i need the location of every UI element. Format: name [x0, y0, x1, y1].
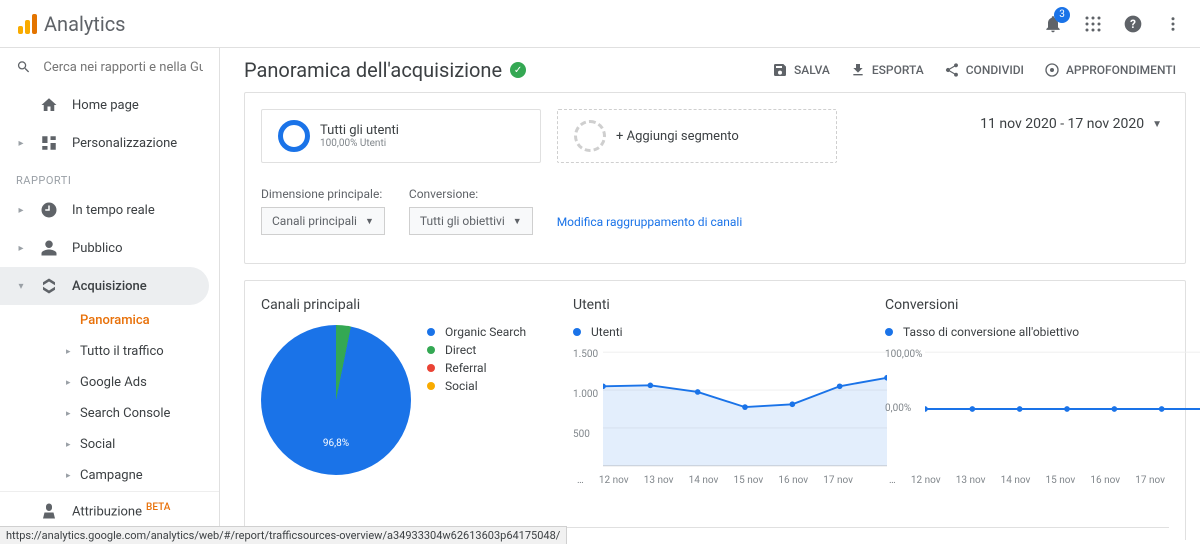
- chevron-down-icon: ▾: [16, 281, 26, 292]
- modify-channel-grouping-link[interactable]: Modifica raggruppamento di canali: [557, 215, 743, 229]
- sidebar-item-audience[interactable]: ▸ Pubblico: [0, 229, 219, 267]
- sidebar-section-reports: RAPPORTI: [0, 162, 219, 191]
- legend-organic: Organic Search: [427, 325, 526, 339]
- chart-channels: Canali principali 96,8% Organic Search D…: [261, 297, 545, 509]
- segment-title: Tutti gli utenti: [320, 123, 399, 138]
- search-icon: [16, 58, 31, 76]
- add-segment-label: + Aggiungi segmento: [616, 129, 739, 144]
- subnav-overview[interactable]: Panoramica: [54, 305, 219, 336]
- sidebar-item-label: AttribuzioneBETA: [72, 502, 170, 519]
- conversion-select[interactable]: Tutti gli obiettivi ▼: [409, 207, 533, 235]
- chevron-right-icon: ▸: [66, 440, 74, 450]
- person-icon: [40, 239, 58, 257]
- app-name: Analytics: [44, 12, 126, 36]
- sidebar-item-realtime[interactable]: ▸ In tempo reale: [0, 191, 219, 229]
- date-range-picker[interactable]: 11 nov 2020 - 17 nov 2020 ▼: [973, 109, 1169, 139]
- sidebar-item-acquisition[interactable]: ▾ Acquisizione: [0, 267, 209, 305]
- conversion-label: Conversione:: [409, 187, 533, 201]
- page-title: Panoramica dell'acquisizione: [244, 58, 502, 82]
- subnav-all-traffic[interactable]: ▸Tutto il traffico: [54, 336, 219, 367]
- subnav-campaigns[interactable]: ▸Campagne: [54, 460, 219, 491]
- conversions-line-chart: [925, 349, 1200, 469]
- legend-direct: Direct: [427, 343, 526, 357]
- sidebar-item-home[interactable]: Home page: [0, 86, 219, 124]
- segment-all-users[interactable]: Tutti gli utenti 100,00% Utenti: [261, 109, 541, 163]
- save-icon: [772, 62, 788, 78]
- attribution-icon: [40, 502, 58, 520]
- save-button[interactable]: SALVA: [772, 62, 830, 78]
- users-line-chart: [603, 349, 887, 469]
- legend-referral: Referral: [427, 361, 526, 375]
- pie-legend: Organic Search Direct Referral Social: [427, 325, 526, 393]
- export-button[interactable]: ESPORTA: [850, 62, 924, 78]
- dashboard-icon: [40, 134, 58, 152]
- clock-icon: [40, 201, 58, 219]
- analytics-logo-icon: [16, 12, 40, 36]
- share-button[interactable]: CONDIVIDI: [944, 62, 1024, 78]
- primary-dimension-label: Dimensione principale:: [261, 187, 385, 201]
- primary-dimension-select[interactable]: Canali principali ▼: [261, 207, 385, 235]
- sidebar-item-attribution[interactable]: AttribuzioneBETA: [0, 491, 219, 530]
- status-bar-url: https://analytics.google.com/analytics/w…: [0, 526, 567, 544]
- chevron-down-icon: ▼: [365, 216, 374, 227]
- insights-button[interactable]: APPROFONDIMENTI: [1044, 62, 1176, 78]
- sidebar-search[interactable]: [0, 48, 219, 86]
- chart-conversions: Conversioni Tasso di conversione all'obi…: [885, 297, 1169, 509]
- sidebar-item-label: Acquisizione: [72, 279, 147, 294]
- logo[interactable]: Analytics: [16, 12, 126, 36]
- search-input[interactable]: [43, 60, 203, 75]
- chart-title: Conversioni: [885, 297, 1169, 313]
- chart-users: Utenti Utenti 1.500 1.000 500: [573, 297, 857, 509]
- sidebar-item-customization[interactable]: ▸ Personalizzazione: [0, 124, 219, 162]
- pie-slice-label: 96,8%: [323, 438, 349, 449]
- chevron-down-icon: ▼: [1152, 119, 1162, 130]
- verified-icon: ✓: [510, 62, 526, 78]
- chart-title: Utenti: [573, 297, 857, 313]
- segment-subtitle: 100,00% Utenti: [320, 138, 399, 149]
- notifications-icon[interactable]: 3: [1042, 13, 1064, 35]
- more-icon[interactable]: [1162, 13, 1184, 35]
- chevron-right-icon: ▸: [66, 378, 74, 388]
- main: Panoramica dell'acquisizione ✓ SALVA ESP…: [220, 48, 1200, 544]
- sidebar-item-label: Home page: [72, 98, 139, 113]
- subnav-social[interactable]: ▸Social: [54, 429, 219, 460]
- apps-icon[interactable]: [1082, 13, 1104, 35]
- legend-social: Social: [427, 379, 526, 393]
- export-icon: [850, 62, 866, 78]
- svg-text:?: ?: [1130, 17, 1136, 31]
- sidebar-item-label: Personalizzazione: [72, 136, 177, 151]
- help-icon[interactable]: ?: [1122, 13, 1144, 35]
- chevron-right-icon: ▸: [16, 243, 26, 254]
- share-icon: [944, 62, 960, 78]
- insights-icon: [1044, 62, 1060, 78]
- top-bar: Analytics 3 ?: [0, 0, 1200, 48]
- sidebar-item-label: In tempo reale: [72, 203, 155, 218]
- chevron-right-icon: ▸: [66, 347, 74, 357]
- sidebar-item-label: Pubblico: [72, 241, 123, 256]
- segment-ring-icon: [278, 120, 310, 152]
- acquisition-icon: [40, 277, 58, 295]
- add-segment-button[interactable]: + Aggiungi segmento: [557, 109, 837, 163]
- chevron-right-icon: ▸: [66, 409, 74, 419]
- pie-chart: 96,8%: [261, 325, 411, 475]
- notification-badge: 3: [1054, 7, 1070, 23]
- subnav-search-console[interactable]: ▸Search Console: [54, 398, 219, 429]
- chevron-down-icon: ▼: [513, 216, 522, 227]
- chart-title: Canali principali: [261, 297, 545, 313]
- chevron-right-icon: ▸: [66, 471, 74, 481]
- chevron-right-icon: ▸: [16, 138, 26, 149]
- home-icon: [40, 96, 58, 114]
- sidebar: Home page ▸ Personalizzazione RAPPORTI ▸…: [0, 48, 220, 544]
- page-header: Panoramica dell'acquisizione ✓ SALVA ESP…: [220, 48, 1200, 92]
- add-segment-ring-icon: [574, 120, 606, 152]
- subnav-google-ads[interactable]: ▸Google Ads: [54, 367, 219, 398]
- chevron-right-icon: ▸: [16, 205, 26, 216]
